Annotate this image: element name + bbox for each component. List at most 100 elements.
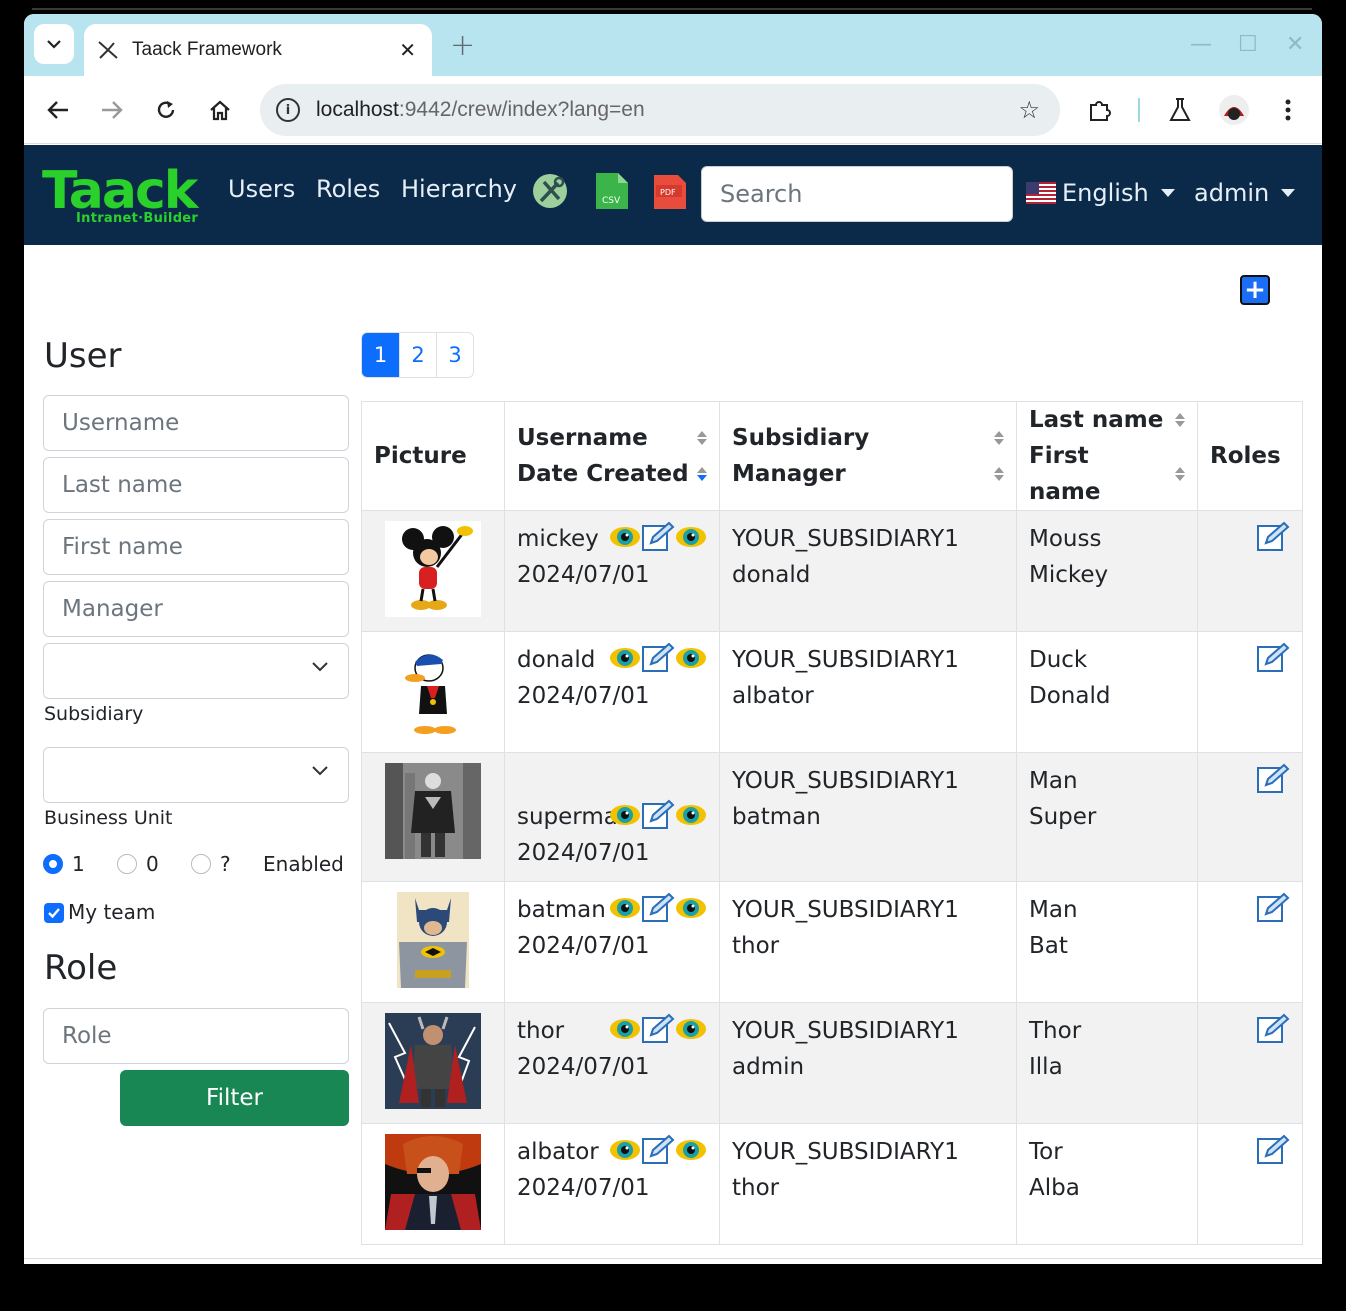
subsidiary-select[interactable] [43, 643, 349, 699]
home-icon[interactable] [204, 94, 236, 126]
edit-roles-icon[interactable] [1256, 892, 1290, 924]
view-eye-icon[interactable] [609, 1016, 641, 1042]
language-dropdown[interactable]: English [1026, 179, 1175, 207]
site-info-icon[interactable]: i [276, 98, 300, 122]
edit-roles-icon[interactable] [1256, 642, 1290, 674]
edit-icon[interactable] [641, 892, 675, 924]
view-eye-icon[interactable] [609, 645, 641, 671]
user-menu[interactable]: admin [1194, 179, 1296, 207]
edit-icon[interactable] [641, 642, 675, 674]
row-actions [609, 892, 707, 924]
sort-date-icon[interactable] [697, 467, 707, 481]
svg-text:PDF: PDF [660, 188, 676, 197]
new-tab-icon[interactable]: + [450, 28, 475, 63]
view-eye-icon[interactable] [675, 1016, 707, 1042]
add-user-button[interactable]: + [1240, 275, 1270, 305]
nav-roles[interactable]: Roles [316, 175, 380, 203]
pdf-export-icon[interactable]: PDF [652, 171, 688, 211]
enabled-radio-unknown[interactable] [191, 854, 211, 874]
edit-icon[interactable] [641, 1134, 675, 1166]
tab-search-button[interactable] [34, 24, 74, 64]
maximize-icon[interactable]: ☐ [1238, 32, 1258, 57]
enabled-radio-1[interactable] [43, 854, 63, 874]
header-subsidiary[interactable]: Subsidiary [732, 420, 869, 456]
page-3[interactable]: 3 [436, 333, 473, 377]
taack-logo[interactable]: Taack Intranet·Builder [42, 165, 198, 227]
view-eye-icon[interactable] [609, 524, 641, 550]
picture-cell [361, 510, 505, 632]
edit-icon[interactable] [641, 1013, 675, 1045]
table-row: donald 2024/07/01 YOUR_SUBSIDIARY1 albat… [361, 631, 1303, 753]
role-section-title: Role [44, 948, 118, 988]
header-first-name[interactable]: First name [1029, 438, 1167, 510]
subsidiary-value: YOUR_SUBSIDIARY1 [732, 1139, 959, 1165]
header-last-name[interactable]: Last name [1029, 402, 1163, 438]
search-input[interactable] [701, 166, 1013, 222]
forward-icon[interactable] [96, 94, 128, 126]
tab-close-icon[interactable]: ✕ [399, 38, 416, 62]
sort-first-name-icon[interactable] [1175, 467, 1185, 481]
business-unit-select[interactable] [43, 747, 349, 803]
sort-last-name-icon[interactable] [1175, 413, 1185, 427]
header-manager[interactable]: Manager [732, 456, 846, 492]
user-picture-batman [385, 892, 481, 988]
date-created-value: 2024/07/01 [517, 1054, 650, 1080]
view-eye-icon[interactable] [675, 895, 707, 921]
view-eye-icon[interactable] [609, 895, 641, 921]
filter-button[interactable]: Filter [120, 1070, 349, 1126]
csv-export-icon[interactable]: CSV [594, 171, 630, 211]
user-name: admin [1194, 179, 1270, 207]
manager-field[interactable]: Manager [43, 581, 349, 637]
role-field[interactable]: Role [43, 1008, 349, 1064]
extensions-icon[interactable] [1084, 94, 1116, 126]
my-team-checkbox[interactable] [44, 903, 64, 923]
first-name-value: Super [1029, 804, 1097, 830]
labs-flask-icon[interactable] [1164, 94, 1196, 126]
username-field[interactable]: Username [43, 395, 349, 451]
reload-icon[interactable] [150, 94, 182, 126]
username-cell: superman 2024/07/01 [504, 752, 720, 882]
browser-tab[interactable]: Taack Framework ✕ [84, 24, 432, 76]
check-icon [48, 908, 60, 919]
subsidiary-cell: YOUR_SUBSIDIARY1 batman [719, 752, 1017, 882]
edit-icon[interactable] [641, 521, 675, 553]
view-eye-icon[interactable] [675, 645, 707, 671]
edit-roles-icon[interactable] [1256, 1013, 1290, 1045]
row-actions [609, 1134, 707, 1166]
tools-icon[interactable] [532, 171, 568, 211]
view-eye-icon[interactable] [675, 802, 707, 828]
svg-text:CSV: CSV [602, 196, 621, 206]
profile-avatar-icon[interactable] [1218, 94, 1250, 126]
sort-manager-icon[interactable] [994, 467, 1004, 481]
url-text[interactable]: localhost:9442/crew/index?lang=en [316, 98, 1018, 122]
header-username[interactable]: Username [517, 420, 648, 456]
first-name-field[interactable]: First name [43, 519, 349, 575]
last-name-value: Mouss [1029, 526, 1102, 552]
edit-roles-icon[interactable] [1256, 763, 1290, 795]
back-icon[interactable] [42, 94, 74, 126]
subsidiary-cell: YOUR_SUBSIDIARY1 thor [719, 1123, 1017, 1245]
last-name-field[interactable]: Last name [43, 457, 349, 513]
page-2[interactable]: 2 [399, 333, 436, 377]
sort-username-icon[interactable] [697, 431, 707, 445]
edit-roles-icon[interactable] [1256, 1134, 1290, 1166]
minimize-icon[interactable]: — [1190, 32, 1212, 57]
view-eye-icon[interactable] [675, 1137, 707, 1163]
edit-icon[interactable] [641, 799, 675, 831]
sort-subsidiary-icon[interactable] [994, 431, 1004, 445]
close-window-icon[interactable]: ✕ [1286, 32, 1304, 57]
address-bar[interactable]: i localhost:9442/crew/index?lang=en ☆ [260, 84, 1060, 136]
view-eye-icon[interactable] [609, 802, 641, 828]
bookmark-star-icon[interactable]: ☆ [1018, 96, 1040, 124]
username-cell: donald 2024/07/01 [504, 631, 720, 753]
view-eye-icon[interactable] [609, 1137, 641, 1163]
header-date-created[interactable]: Date Created [517, 456, 689, 492]
view-eye-icon[interactable] [675, 524, 707, 550]
browser-menu-icon[interactable] [1272, 94, 1304, 126]
nav-hierarchy[interactable]: Hierarchy [401, 175, 517, 203]
edit-roles-icon[interactable] [1256, 521, 1290, 553]
nav-users[interactable]: Users [228, 175, 295, 203]
pagination: 1 2 3 [361, 332, 474, 378]
page-1[interactable]: 1 [362, 333, 399, 377]
enabled-radio-0[interactable] [117, 854, 137, 874]
